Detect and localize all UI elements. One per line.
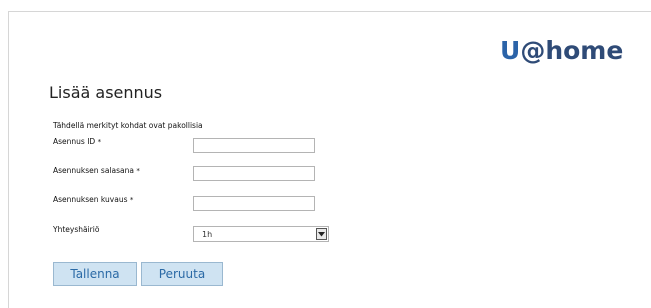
required-star: * — [136, 167, 140, 175]
connection-fault-label: Yhteyshäiriö — [53, 225, 100, 234]
chevron-down-icon[interactable] — [316, 228, 327, 240]
connection-fault-select[interactable]: 1h — [193, 226, 329, 242]
save-button[interactable]: Tallenna — [53, 262, 137, 286]
installation-password-input[interactable] — [193, 166, 315, 181]
installation-id-input[interactable] — [193, 138, 315, 153]
installation-id-label: Asennus ID * — [53, 137, 102, 146]
page-title: Lisää asennus — [49, 83, 163, 102]
connection-fault-selected-value: 1h — [202, 230, 213, 239]
uhome-logo: U@home — [500, 36, 624, 65]
installation-description-input[interactable] — [193, 196, 315, 211]
required-fields-note: Tähdellä merkityt kohdat ovat pakollisia — [53, 121, 203, 130]
required-star: * — [129, 196, 134, 204]
required-star: * — [97, 138, 102, 146]
installation-description-label: Asennuksen kuvaus * — [53, 195, 134, 204]
installation-password-label: Asennuksen salasana * — [53, 166, 140, 175]
cancel-button[interactable]: Peruuta — [141, 262, 223, 286]
